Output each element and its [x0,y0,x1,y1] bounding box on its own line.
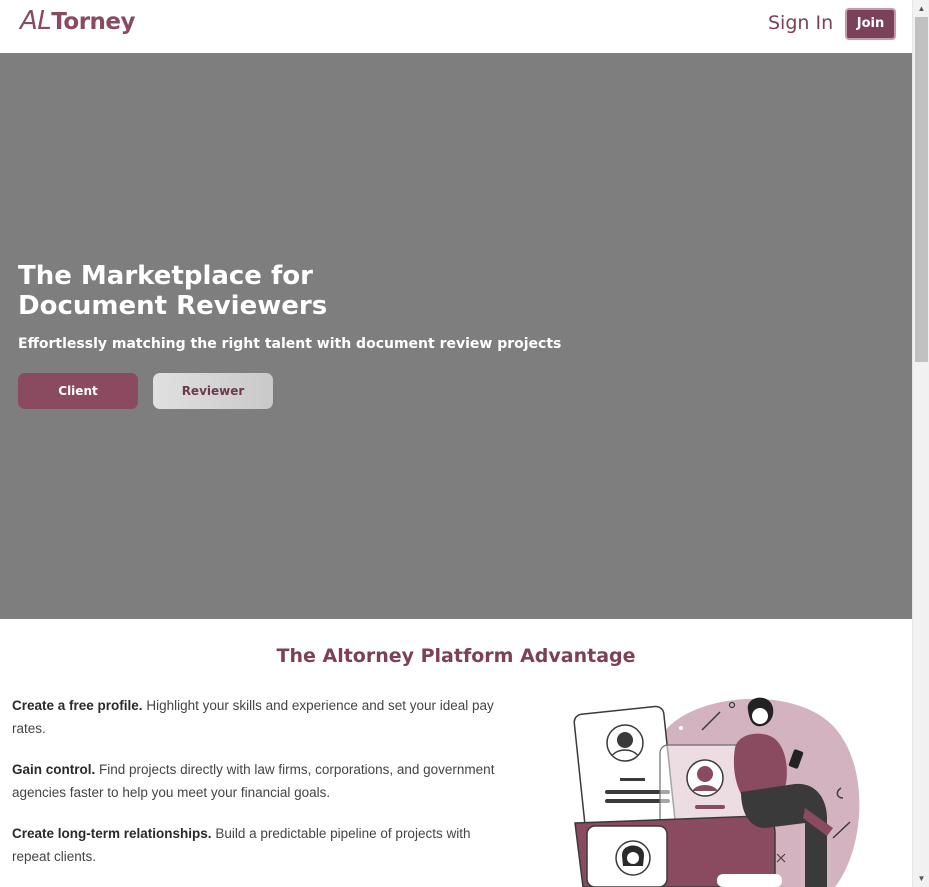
logo-suffix: Torney [51,9,136,35]
hero-subtitle: Effortlessly matching the right talent w… [18,336,562,352]
feature-gain-control: Gain control. Find projects directly wit… [12,758,507,804]
feature-long-term-relationships: Create long-term relationships. Build a … [12,822,507,868]
hero-title-line-2: Document Reviewers [18,291,328,321]
client-button[interactable]: Client [18,373,138,409]
sign-in-link[interactable]: Sign In [768,12,833,34]
scroll-down-arrow-icon[interactable]: ▼ [913,870,929,887]
hero-section: The Marketplace for Document Reviewers E… [0,53,912,619]
feature-heading: Gain control. [12,762,96,777]
feature-heading: Create long-term relationships. [12,826,212,841]
scroll-up-arrow-icon[interactable]: ▲ [913,0,929,17]
logo-prefix: AL [20,6,52,36]
reviewer-illustration [573,697,860,887]
join-button[interactable]: Join [845,8,896,40]
reviewer-button[interactable]: Reviewer [153,373,273,409]
altorney-logo[interactable]: ALTorney [20,6,136,36]
feature-heading: Create a free profile. [12,698,143,713]
advantage-title: The Altorney Platform Advantage [276,645,636,667]
feature-free-profile: Create a free profile. Highlight your sk… [12,694,507,740]
site-header: ALTorney Sign In Join [0,0,912,53]
page: ALTorney Sign In Join The Marketplace fo… [0,0,912,887]
scrollbar-thumb[interactable] [915,17,928,362]
hero-title: The Marketplace for Document Reviewers [18,261,438,321]
hero-title-line-1: The Marketplace for [18,261,313,291]
page-scrollbar[interactable]: ▲ ▼ [912,0,929,887]
